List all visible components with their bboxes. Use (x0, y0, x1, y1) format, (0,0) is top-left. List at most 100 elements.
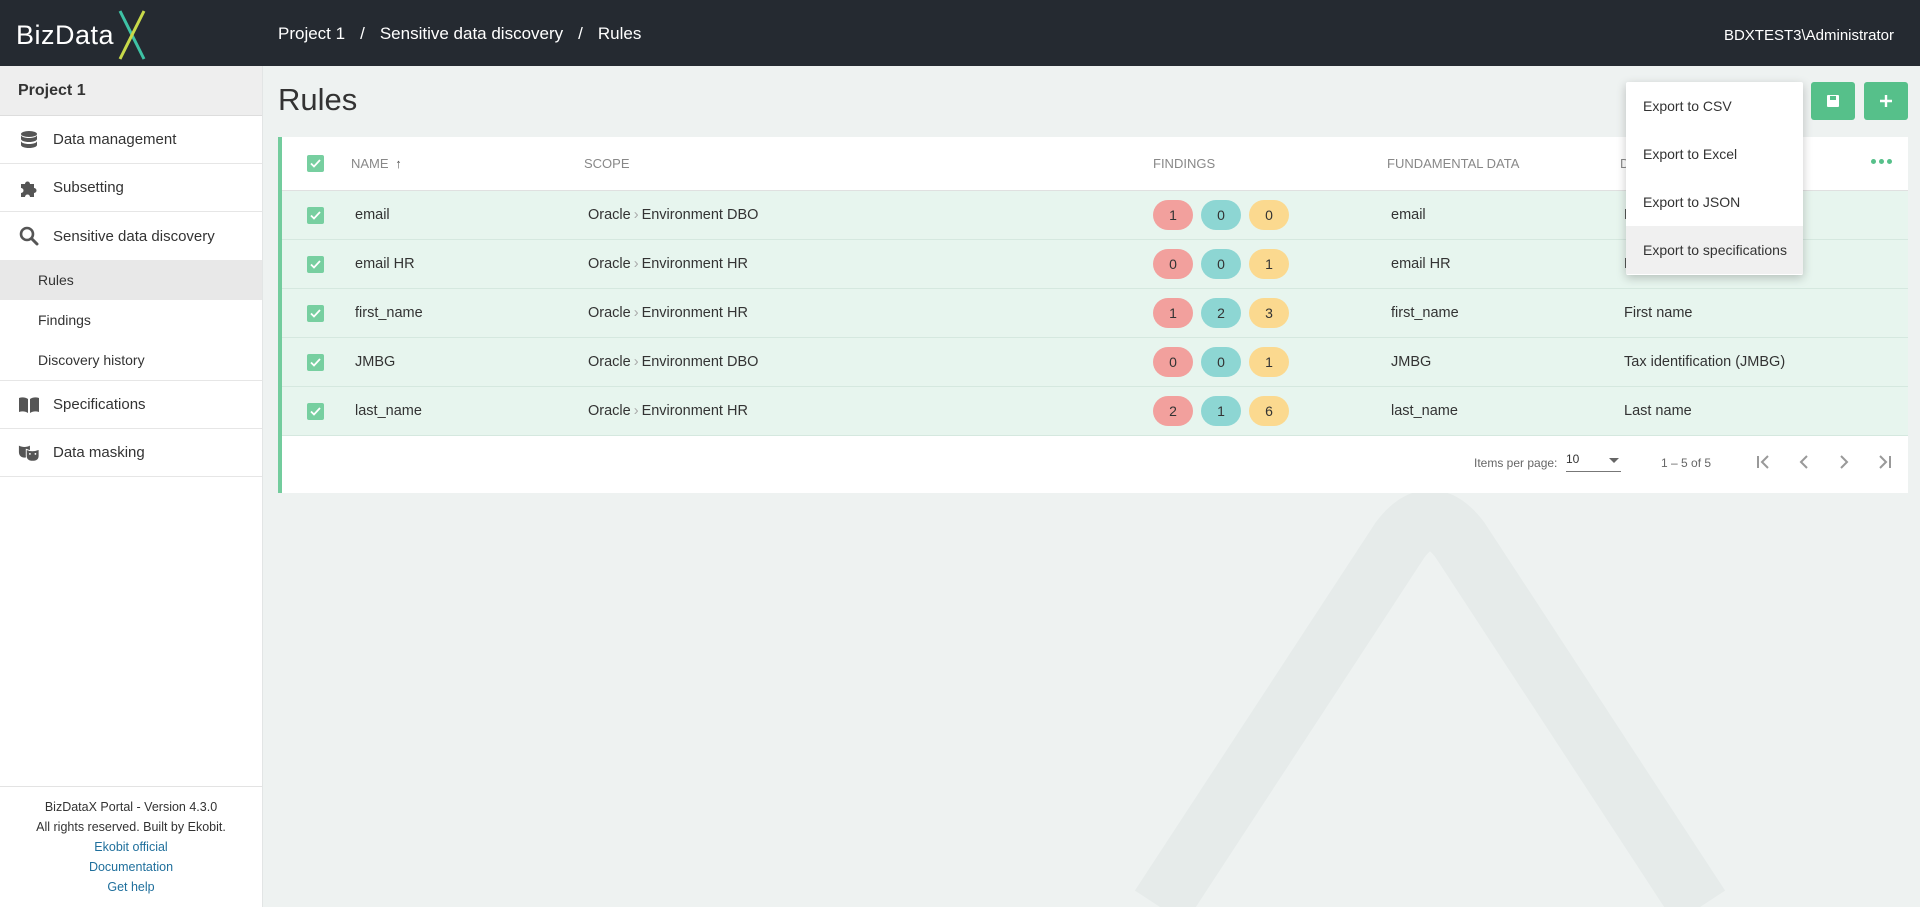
sidebar-subitem-findings[interactable]: Findings (0, 300, 262, 340)
finding-count-badge[interactable]: 0 (1153, 347, 1193, 377)
finding-count-badge[interactable]: 0 (1153, 249, 1193, 279)
sidebar-item-subsetting[interactable]: Subsetting (0, 164, 262, 212)
check-icon (310, 260, 321, 269)
finding-count-badge[interactable]: 1 (1153, 200, 1193, 230)
check-icon (310, 309, 321, 318)
project-header[interactable]: Project 1 (0, 66, 262, 116)
more-options-icon[interactable] (1871, 159, 1892, 164)
dropdown-arrow-icon (1609, 458, 1619, 463)
last-page-button[interactable] (1870, 450, 1898, 474)
last-page-icon (1879, 455, 1891, 469)
first-page-button[interactable] (1750, 450, 1778, 474)
finding-count-badge[interactable]: 1 (1249, 249, 1289, 279)
findings-badges: 001 (1153, 249, 1289, 279)
finding-count-badge[interactable]: 1 (1153, 298, 1193, 328)
previous-page-button[interactable] (1790, 450, 1818, 474)
menu-item-export-excel[interactable]: Export to Excel (1626, 130, 1803, 178)
first-page-icon (1757, 455, 1769, 469)
sidebar-item-label: Specifications (53, 396, 146, 413)
findings-badges: 001 (1153, 347, 1289, 377)
sidebar-item-sensitive-data-discovery[interactable]: Sensitive data discovery (0, 212, 262, 260)
get-help-link[interactable]: Get help (0, 877, 262, 897)
fundamental-data: last_name (1391, 403, 1458, 419)
sidebar-subitem-rules[interactable]: Rules (0, 260, 262, 300)
ekobit-official-link[interactable]: Ekobit official (0, 837, 262, 857)
finding-count-badge[interactable]: 3 (1249, 298, 1289, 328)
row-checkbox[interactable] (307, 305, 324, 322)
rule-name[interactable]: last_name (355, 403, 422, 419)
scope-environment: Environment DBO (641, 354, 759, 370)
book-icon (18, 394, 40, 416)
description: First name (1624, 305, 1693, 321)
menu-item-export-csv[interactable]: Export to CSV (1626, 82, 1803, 130)
table-row[interactable]: last_name Oracle › Environment HR 216 last… (282, 387, 1908, 436)
scope-database: Oracle (588, 403, 631, 419)
finding-count-badge[interactable]: 6 (1249, 396, 1289, 426)
sidebar-subitem-discovery-history[interactable]: Discovery history (0, 340, 262, 380)
sidebar-item-label: Sensitive data discovery (53, 227, 215, 245)
bizdatax-logo[interactable]: BizData (16, 8, 148, 62)
finding-count-badge[interactable]: 1 (1249, 347, 1289, 377)
column-header-findings[interactable]: FINDINGS (1153, 156, 1215, 171)
finding-count-badge[interactable]: 1 (1201, 396, 1241, 426)
rule-name[interactable]: first_name (355, 305, 423, 321)
sidebar-item-label: Data masking (53, 444, 145, 461)
rule-name[interactable]: email (355, 207, 390, 223)
puzzle-icon (18, 177, 40, 199)
save-icon (1827, 95, 1839, 107)
check-icon (310, 159, 321, 168)
sidebar-item-specifications[interactable]: Specifications (0, 381, 262, 429)
rule-name[interactable]: email HR (355, 256, 415, 272)
finding-count-badge[interactable]: 0 (1249, 200, 1289, 230)
table-row[interactable]: JMBG Oracle › Environment DBO 001 JMBG Tax… (282, 338, 1908, 387)
fundamental-data: email HR (1391, 256, 1451, 272)
breadcrumb-sensitive-data-discovery[interactable]: Sensitive data discovery (380, 24, 563, 44)
chevron-right-icon (1840, 455, 1849, 469)
page-range: 1 – 5 of 5 (1661, 456, 1712, 470)
row-checkbox[interactable] (307, 403, 324, 420)
finding-count-badge[interactable]: 0 (1201, 347, 1241, 377)
finding-count-badge[interactable]: 0 (1201, 200, 1241, 230)
row-checkbox[interactable] (307, 256, 324, 273)
scope-environment: Environment HR (641, 256, 748, 272)
documentation-link[interactable]: Documentation (0, 857, 262, 877)
select-all-checkbox[interactable] (307, 155, 324, 172)
scope-database: Oracle (588, 305, 631, 321)
finding-count-badge[interactable]: 2 (1201, 298, 1241, 328)
scope-environment: Environment HR (641, 403, 748, 419)
scope-environment: Environment DBO (641, 207, 759, 223)
table-row[interactable]: first_name Oracle › Environment HR 123 fir… (282, 289, 1908, 338)
sidebar-item-data-masking[interactable]: Data masking (0, 429, 262, 477)
menu-item-export-json[interactable]: Export to JSON (1626, 178, 1803, 226)
sidebar-item-label: Data management (53, 131, 177, 148)
column-header-name[interactable]: NAME ↑ (351, 156, 402, 171)
breadcrumb-project[interactable]: Project 1 (278, 24, 345, 44)
add-rule-button[interactable] (1864, 82, 1908, 120)
paginator: Items per page: 10 1 – 5 of 5 (282, 448, 1908, 478)
row-checkbox[interactable] (307, 207, 324, 224)
chevron-right-icon: › (633, 305, 639, 321)
items-per-page-label: Items per page: (1474, 456, 1558, 470)
row-checkbox[interactable] (307, 354, 324, 371)
user-account[interactable]: BDXTEST3\Administrator (1724, 27, 1894, 44)
breadcrumb-rules: Rules (597, 24, 642, 43)
rule-name[interactable]: JMBG (355, 354, 395, 370)
rule-scope: Oracle › Environment DBO (588, 207, 758, 223)
column-header-fundamental-data[interactable]: FUNDAMENTAL DATA (1387, 156, 1519, 171)
menu-item-export-specifications[interactable]: Export to specifications (1626, 226, 1803, 274)
next-page-button[interactable] (1830, 450, 1858, 474)
scope-database: Oracle (588, 207, 631, 223)
database-icon (18, 129, 40, 151)
finding-count-badge[interactable]: 0 (1201, 249, 1241, 279)
column-header-scope[interactable]: SCOPE (584, 156, 630, 171)
save-button[interactable] (1811, 82, 1855, 120)
top-bar: BizData Project 1 / Sensitive data disco… (0, 0, 1920, 66)
plus-icon (1880, 95, 1892, 107)
discovery-submenu: Rules Findings Discovery history (0, 260, 262, 381)
chevron-right-icon: › (633, 256, 639, 272)
finding-count-badge[interactable]: 2 (1153, 396, 1193, 426)
chevron-right-icon: › (633, 354, 639, 370)
version-text: BizDataX Portal - Version 4.3.0 (44, 800, 218, 814)
sidebar-item-data-management[interactable]: Data management (0, 116, 262, 164)
items-per-page-select[interactable]: 10 (1566, 452, 1621, 472)
